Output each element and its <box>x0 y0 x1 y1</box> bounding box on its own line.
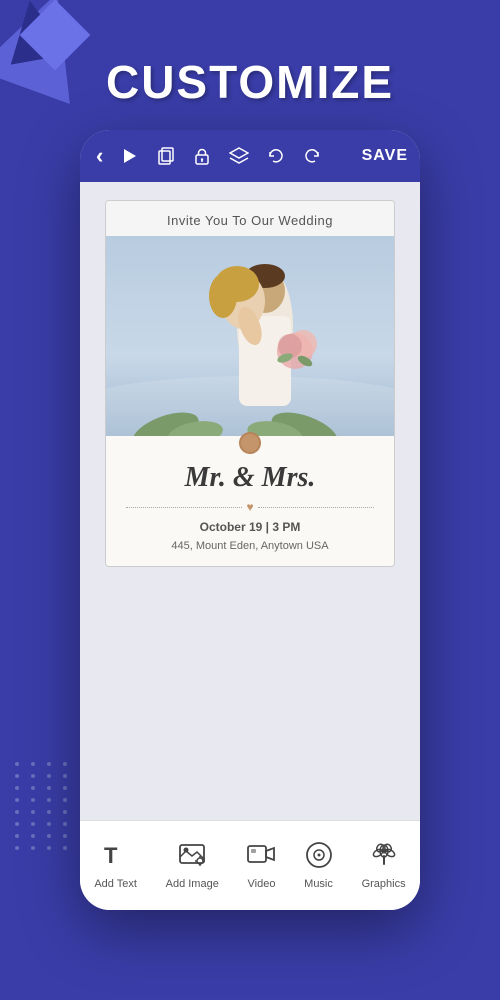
photo-foliage <box>106 396 394 436</box>
phone-frame: ‹ <box>80 130 420 910</box>
nav-item-add-text[interactable]: T Add Text <box>84 833 147 898</box>
copy-icon <box>157 147 175 165</box>
copy-button[interactable] <box>153 145 179 167</box>
save-button[interactable]: SAVE <box>362 147 408 165</box>
card-header: Invite You To Our Wedding <box>106 201 394 236</box>
nav-item-graphics[interactable]: Graphics <box>352 833 416 898</box>
heart-icon: ♥ <box>246 500 253 514</box>
phone-content: Invite You To Our Wedding <box>80 182 420 820</box>
card-date: October 19 | 3 PM <box>106 516 394 538</box>
redo-icon <box>303 147 321 165</box>
graphics-label: Graphics <box>362 878 406 890</box>
undo-button[interactable] <box>263 145 289 167</box>
bottom-nav: T Add Text Add Image <box>80 820 420 910</box>
toolbar: ‹ <box>80 130 420 182</box>
nav-item-video[interactable]: Video <box>237 833 285 898</box>
layers-button[interactable] <box>225 145 253 167</box>
video-icon <box>247 841 275 873</box>
lock-button[interactable] <box>189 145 215 167</box>
video-label: Video <box>248 878 276 890</box>
card-address: 445, Mount Eden, Anytown USA <box>106 538 394 566</box>
music-label: Music <box>304 878 333 890</box>
nav-item-add-image[interactable]: Add Image <box>156 833 229 898</box>
back-button[interactable]: ‹ <box>92 141 107 171</box>
graphics-icon <box>370 841 398 873</box>
dots-pattern <box>15 762 71 850</box>
add-text-label: Add Text <box>94 878 137 890</box>
redo-button[interactable] <box>299 145 325 167</box>
dotted-divider: ♥ <box>106 498 394 516</box>
nav-item-music[interactable]: Music <box>294 833 343 898</box>
card-photo <box>106 236 394 436</box>
lock-icon <box>193 147 211 165</box>
card-floral <box>106 436 394 454</box>
music-icon <box>305 841 333 873</box>
add-image-label: Add Image <box>166 878 219 890</box>
couple-name: Mr. & Mrs. <box>106 454 394 498</box>
play-icon <box>121 147 139 165</box>
undo-icon <box>267 147 285 165</box>
floral-circle <box>239 432 261 454</box>
add-text-icon: T <box>102 841 130 873</box>
page-title: CUSTOMIZE <box>0 55 500 109</box>
wedding-card: Invite You To Our Wedding <box>105 200 395 567</box>
add-image-icon <box>178 841 206 873</box>
layers-icon <box>229 147 249 165</box>
svg-text:T: T <box>104 843 118 868</box>
play-button[interactable] <box>117 145 143 167</box>
foliage-svg <box>106 396 394 436</box>
